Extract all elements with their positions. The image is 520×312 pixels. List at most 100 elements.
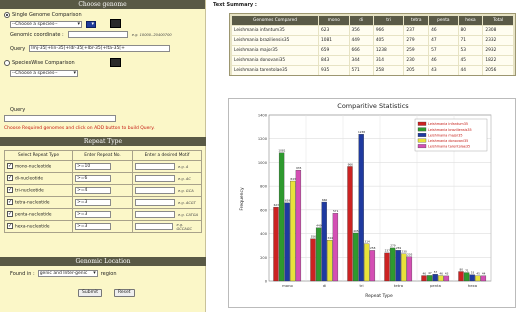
- bar-di-4: [327, 240, 333, 282]
- summary-cell: 205: [404, 66, 429, 75]
- reset-button[interactable]: Reset: [113, 289, 135, 297]
- specieswise-radio[interactable]: [4, 60, 10, 66]
- motif-hint: e.g. CATGA: [178, 212, 199, 217]
- single-genome-option[interactable]: Single Genome Comparison: [4, 12, 82, 18]
- summary-cell: 46: [429, 26, 458, 35]
- summary-cell: 2056: [483, 66, 513, 75]
- motif-hint: e.g. ACGT: [178, 200, 196, 205]
- data-label: 258: [370, 246, 376, 250]
- summary-cell: 57: [429, 46, 458, 55]
- bar-tetra-5: [406, 256, 413, 282]
- summary-cell: 45: [458, 56, 483, 65]
- query-label: Query: [10, 45, 26, 52]
- chart-svg: Comparitive Statistics 0 200 400 600 800 1000 1…: [239, 102, 492, 299]
- tetra-checkbox[interactable]: [7, 199, 13, 206]
- specieswise-option[interactable]: SpeciesWise Comparison: [4, 60, 75, 66]
- summary-cell: 935: [319, 66, 349, 75]
- motif-input[interactable]: [135, 211, 175, 218]
- summary-cell: Leishmania tarentolae35: [232, 66, 318, 75]
- summary-cell: 71: [458, 36, 483, 45]
- motif-hint: e.g. AC: [178, 176, 191, 181]
- submit-button[interactable]: Submit: [78, 289, 102, 297]
- summary-cell: 405: [373, 36, 404, 45]
- summary-cell: 230: [404, 56, 429, 65]
- bar-mono-3: [284, 202, 290, 282]
- tri-checkbox[interactable]: [7, 187, 13, 194]
- data-label: 46: [423, 271, 427, 275]
- summary-cell: 1238: [373, 46, 404, 55]
- data-label: 966: [348, 162, 354, 166]
- motif-input[interactable]: [135, 163, 175, 170]
- repeat-number-input[interactable]: >=4: [75, 187, 111, 194]
- data-label: 659: [285, 199, 291, 203]
- add-specieswise-button[interactable]: [110, 58, 121, 67]
- repeat-name: tetra-nucleotide: [15, 200, 50, 206]
- data-label: 935: [296, 166, 302, 170]
- mono-checkbox[interactable]: [7, 163, 13, 170]
- motif-input[interactable]: [135, 223, 174, 230]
- found-in-select[interactable]: genic and Inter-genic: [37, 270, 98, 277]
- summary-cell: 966: [373, 26, 404, 35]
- species-dropdown-button[interactable]: [86, 21, 96, 28]
- summary-cell: 279: [404, 36, 429, 45]
- di-checkbox[interactable]: [7, 175, 13, 182]
- x-tick-label: penta: [430, 283, 441, 288]
- repeat-type-table: Select Repeat Type Enter Repeat No. Ente…: [4, 150, 202, 233]
- query2-input[interactable]: [4, 115, 116, 122]
- y-tick-label: 400: [260, 232, 268, 236]
- bar-penta-3: [432, 274, 438, 282]
- col-repeat-number: Enter Repeat No.: [72, 150, 133, 161]
- repeat-name: tri-nucleotide: [15, 188, 44, 194]
- bar-tetra-4: [401, 253, 407, 282]
- summary-col: Genomes Compared: [232, 16, 318, 25]
- legend-swatch: [417, 144, 427, 149]
- summary-cell: 356: [349, 26, 373, 35]
- repeat-name: penta-nucleotide: [15, 212, 52, 218]
- motif-input[interactable]: [135, 187, 175, 194]
- motif-hint: e.g. A: [178, 164, 189, 169]
- summary-cell: 1081: [319, 36, 349, 45]
- data-label: 43: [445, 272, 449, 276]
- x-axis-label: Repeat Type: [365, 293, 393, 299]
- penta-checkbox[interactable]: [7, 211, 13, 218]
- summary-cell: Leishmania donovani35: [232, 56, 318, 65]
- bar-mono-1: [273, 206, 279, 282]
- summary-cell: 80: [458, 26, 483, 35]
- hexa-checkbox[interactable]: [7, 223, 13, 230]
- motif-input[interactable]: [135, 199, 175, 206]
- table-row: Leishmania donovani35 843 344 314 230 46…: [232, 56, 513, 65]
- data-label: 666: [322, 198, 328, 202]
- coordinate-input[interactable]: [67, 31, 128, 38]
- y-tick-label: 0: [265, 280, 268, 284]
- coordinate-hint: e.g. 10000..20400700: [131, 32, 172, 37]
- add-button[interactable]: [110, 19, 121, 28]
- data-label: 623: [274, 203, 280, 207]
- query-input[interactable]: lmj-35[+lin-35[+ldr-35[+lbr-35[+lta-35[+: [29, 45, 171, 52]
- specieswise-select[interactable]: --Choose a species--: [10, 70, 78, 77]
- repeat-number-input[interactable]: >=3: [75, 223, 111, 230]
- species-select[interactable]: --Choose a species--: [10, 21, 82, 28]
- summary-cell: 259: [404, 46, 429, 55]
- motif-input[interactable]: [135, 175, 175, 182]
- single-genome-radio[interactable]: [4, 12, 10, 18]
- y-tick-label: 800: [260, 185, 268, 189]
- summary-cell: 47: [429, 36, 458, 45]
- data-label: 45: [476, 271, 480, 275]
- bar-hexa-1: [458, 271, 464, 282]
- summary-col: tri: [373, 16, 404, 25]
- data-label: 405: [353, 229, 359, 233]
- table-row: hexa-nucleotide >=3 e.g. GCCAGC: [4, 220, 202, 233]
- repeat-number-input[interactable]: >=10: [75, 163, 111, 170]
- repeat-number-input[interactable]: >=6: [75, 175, 111, 182]
- table-row: di-nucleotide >=6 e.g. AC: [4, 172, 202, 185]
- repeat-number-input[interactable]: >=3: [75, 199, 111, 206]
- bar-hexa-3: [469, 274, 475, 282]
- table-row: Leishmania tarentolae35 935 571 258 205 …: [232, 66, 513, 75]
- summary-cell: 237: [404, 26, 429, 35]
- summary-col: penta: [429, 16, 458, 25]
- choose-genome-header: Choose genome: [0, 0, 205, 9]
- repeat-number-input[interactable]: >=3: [75, 211, 111, 218]
- bar-tri-3: [358, 134, 364, 282]
- legend-label: Leishmania donovani35: [428, 139, 468, 143]
- summary-col: tetra: [404, 16, 429, 25]
